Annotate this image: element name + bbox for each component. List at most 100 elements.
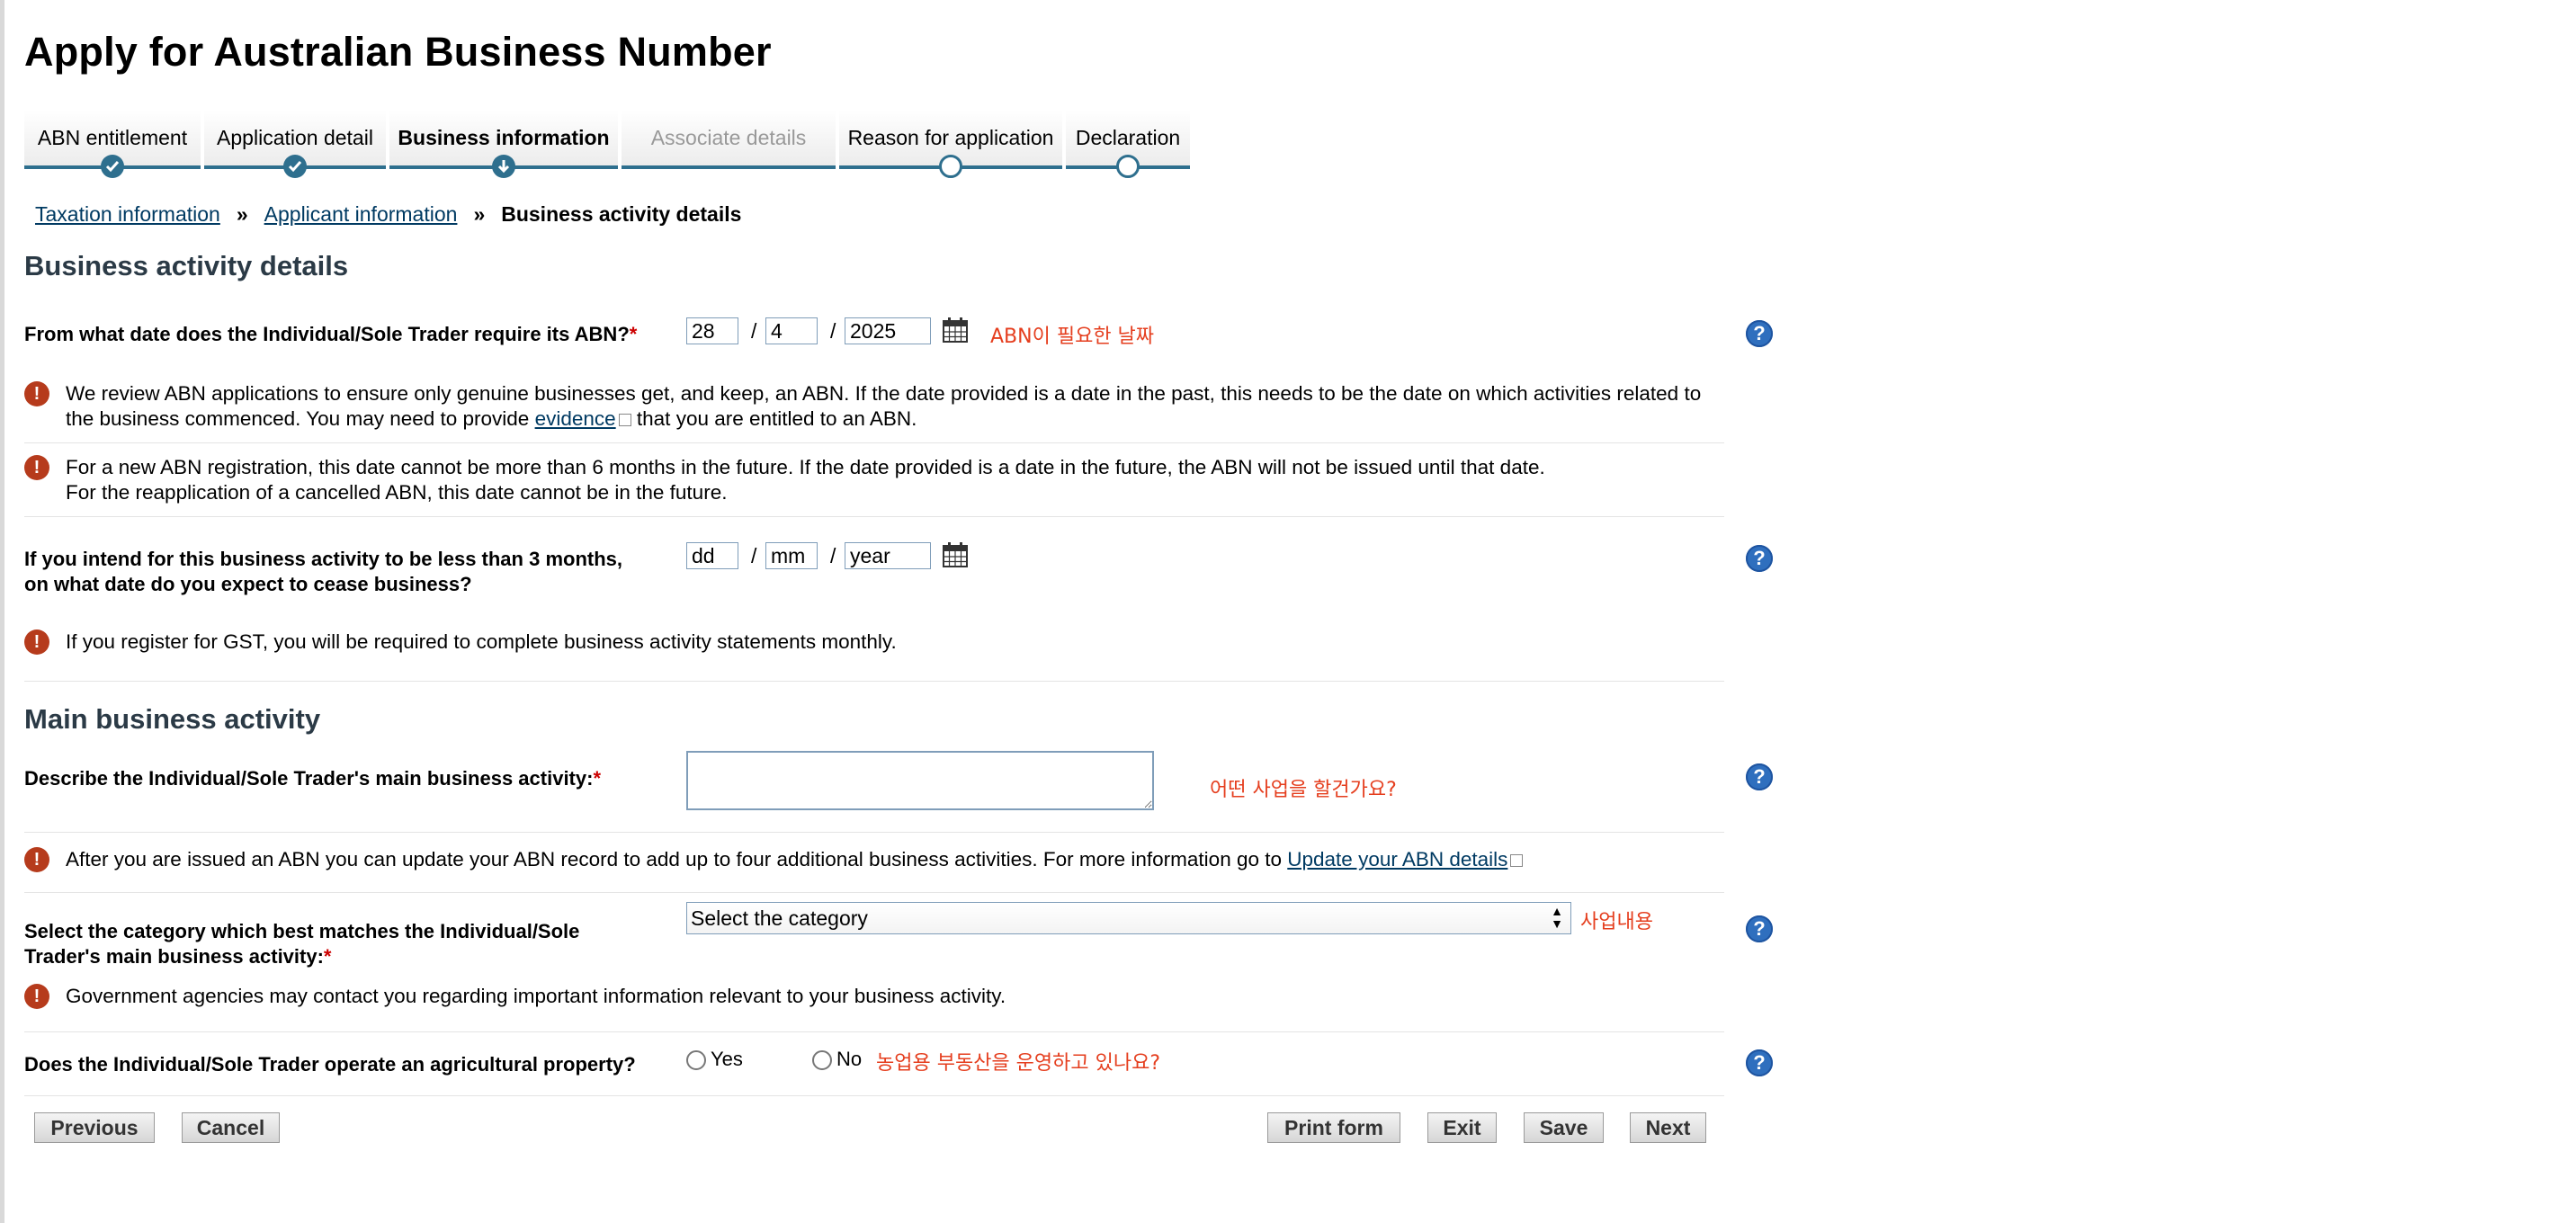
left-border	[0, 0, 4, 1223]
required-marker: *	[593, 767, 602, 790]
cancel-button[interactable]: Cancel	[182, 1112, 280, 1143]
notice-text: If you register for GST, you will be req…	[66, 630, 897, 653]
annotation-business-question: 어떤 사업을 할건가요?	[1210, 779, 1397, 801]
divider	[24, 1095, 1724, 1096]
help-icon[interactable]: ?	[1746, 915, 1773, 942]
divider	[24, 832, 1724, 833]
required-marker: *	[323, 945, 332, 968]
step-label: Reason for application	[847, 126, 1054, 149]
evidence-link[interactable]: evidence	[535, 407, 616, 430]
category-label-line: Trader's main business activity:	[24, 945, 324, 968]
save-button[interactable]: Save	[1524, 1112, 1604, 1143]
notice-text: For a new ABN registration, this date ca…	[66, 455, 1724, 505]
divider	[24, 681, 1724, 682]
annotation-abn-date: ABN이 필요한 날짜	[990, 326, 1155, 348]
notice-text: Government agencies may contact you rega…	[66, 985, 1006, 1007]
start-day-input[interactable]	[686, 317, 738, 344]
notice-gst: ! If you register for GST, you will be r…	[24, 629, 1724, 655]
notice-date-limits: ! For a new ABN registration, this date …	[24, 455, 1724, 505]
breadcrumb-separator: »	[236, 202, 248, 226]
progress-steps: ABN entitlement Application detail Busin…	[24, 110, 1194, 178]
main-activity-textarea[interactable]	[686, 751, 1154, 810]
warning-icon: !	[24, 381, 49, 406]
date-separator: /	[830, 319, 836, 343]
pending-step-icon	[1116, 155, 1140, 178]
category-select-value: Select the category	[691, 906, 868, 930]
notice-text: After you are issued an ABN you can upda…	[66, 847, 1724, 872]
update-abn-details-link[interactable]: Update your ABN details	[1287, 848, 1507, 870]
section-heading-main-activity: Main business activity	[24, 703, 321, 735]
warning-icon: !	[24, 455, 49, 480]
required-marker: *	[629, 323, 638, 345]
notice-line: the business commenced. You may need to …	[66, 407, 535, 430]
start-date-label-text: From what date does the Individual/Sole …	[24, 323, 630, 345]
agricultural-no-radio[interactable]	[812, 1050, 832, 1070]
date-separator: /	[751, 544, 757, 567]
notice-line: For the reapplication of a cancelled ABN…	[66, 481, 728, 504]
help-icon[interactable]: ?	[1746, 545, 1773, 572]
date-separator: /	[830, 544, 836, 567]
breadcrumb-separator: »	[473, 202, 486, 226]
previous-button[interactable]: Previous	[34, 1112, 155, 1143]
cease-month-input[interactable]	[765, 542, 818, 569]
current-step-icon	[492, 155, 515, 178]
step-label: Declaration	[1075, 126, 1181, 149]
cease-date-label-line: If you intend for this business activity…	[24, 548, 622, 570]
step-associate-details: Associate details	[622, 110, 836, 169]
external-link-icon	[1510, 854, 1524, 867]
describe-activity-label: Describe the Individual/Sole Trader's ma…	[24, 766, 601, 791]
step-label: Associate details	[650, 126, 807, 149]
warning-icon: !	[24, 629, 49, 655]
help-icon[interactable]: ?	[1746, 1049, 1773, 1076]
start-month-input[interactable]	[765, 317, 818, 344]
notice-line: We review ABN applications to ensure onl…	[66, 382, 1702, 405]
breadcrumb-current: Business activity details	[501, 202, 742, 226]
cease-day-input[interactable]	[686, 542, 738, 569]
notice-government-contact: ! Government agencies may contact you re…	[24, 984, 1724, 1009]
divider	[24, 516, 1724, 517]
agricultural-no-label[interactable]: No	[836, 1048, 862, 1071]
page-title: Apply for Australian Business Number	[24, 29, 772, 75]
step-business-information[interactable]: Business information	[389, 110, 618, 178]
start-year-input[interactable]	[845, 317, 931, 344]
step-label: Application detail	[217, 126, 373, 149]
breadcrumb-taxation-information[interactable]: Taxation information	[35, 202, 220, 226]
calendar-icon[interactable]	[942, 317, 969, 344]
notice-line: For a new ABN registration, this date ca…	[66, 456, 1545, 478]
step-reason-for-application[interactable]: Reason for application	[839, 110, 1062, 178]
check-icon	[101, 155, 124, 178]
category-label: Select the category which best matches t…	[24, 919, 579, 969]
warning-icon: !	[24, 984, 49, 1009]
step-label: ABN entitlement	[37, 126, 188, 149]
check-icon	[283, 155, 307, 178]
calendar-icon[interactable]	[942, 541, 969, 568]
breadcrumb: Taxation information » Applicant informati…	[35, 202, 741, 227]
annotation-business-content: 사업내용	[1580, 911, 1653, 933]
cease-date-label: If you intend for this business activity…	[24, 547, 622, 597]
notice-text: We review ABN applications to ensure onl…	[66, 381, 1724, 432]
notice-line: After you are issued an ABN you can upda…	[66, 848, 1288, 870]
notice-line: that you are entitled to an ABN.	[631, 407, 917, 430]
divider	[24, 442, 1724, 443]
section-heading-business-activity: Business activity details	[24, 250, 349, 281]
describe-activity-label-text: Describe the Individual/Sole Trader's ma…	[24, 767, 594, 790]
notice-update-abn: ! After you are issued an ABN you can up…	[24, 847, 1724, 872]
step-application-detail[interactable]: Application detail	[204, 110, 386, 178]
next-button[interactable]: Next	[1630, 1112, 1706, 1143]
agricultural-yes-label[interactable]: Yes	[711, 1048, 743, 1071]
warning-icon: !	[24, 847, 49, 872]
step-abn-entitlement[interactable]: ABN entitlement	[24, 110, 201, 178]
step-declaration[interactable]: Declaration	[1066, 110, 1190, 178]
annotation-agricultural-question: 농업용 부동산을 운영하고 있나요?	[876, 1052, 1161, 1075]
agricultural-yes-radio[interactable]	[686, 1050, 706, 1070]
help-icon[interactable]: ?	[1746, 763, 1773, 790]
category-select[interactable]: Select the category ▲ ▼	[686, 902, 1571, 934]
date-separator: /	[751, 319, 757, 343]
print-form-button[interactable]: Print form	[1267, 1112, 1400, 1143]
cease-year-input[interactable]	[845, 542, 931, 569]
pending-step-icon	[939, 155, 962, 178]
help-icon[interactable]: ?	[1746, 320, 1773, 347]
breadcrumb-applicant-information[interactable]: Applicant information	[264, 202, 458, 226]
exit-button[interactable]: Exit	[1427, 1112, 1497, 1143]
category-label-line: Select the category which best matches t…	[24, 920, 580, 942]
